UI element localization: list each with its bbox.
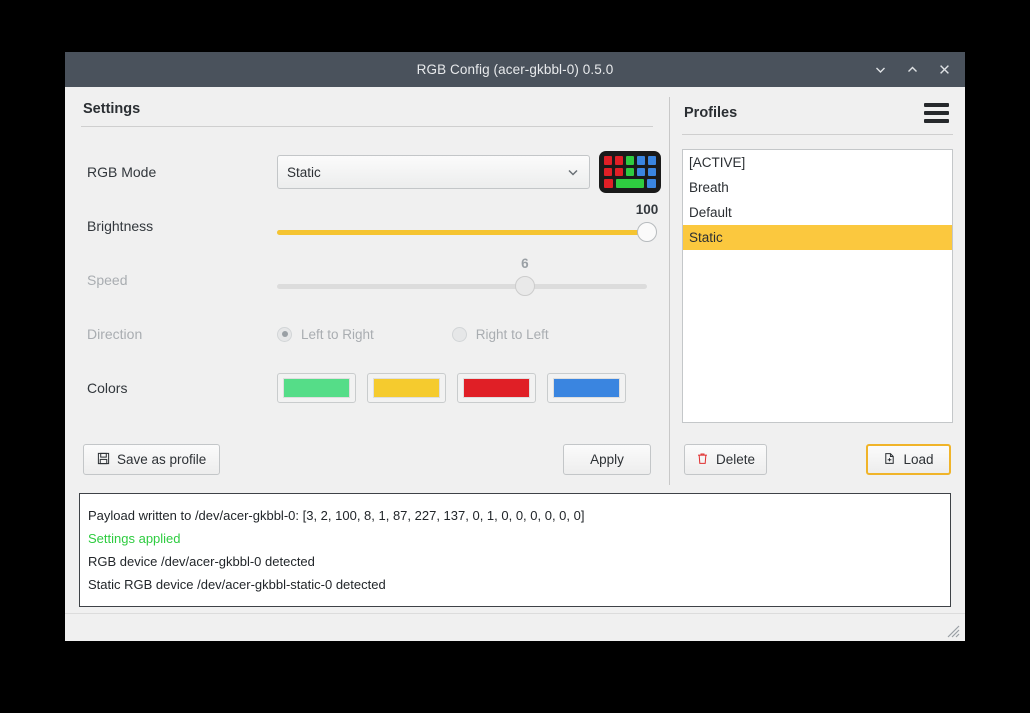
keyboard-icon-key bbox=[626, 156, 634, 165]
keyboard-icon-key bbox=[648, 167, 656, 177]
floppy-disk-icon bbox=[97, 452, 110, 468]
minimize-button[interactable] bbox=[865, 56, 895, 84]
window-controls bbox=[865, 52, 959, 87]
maximize-button[interactable] bbox=[897, 56, 927, 84]
keyboard-icon-key bbox=[615, 167, 623, 177]
brightness-handle[interactable] bbox=[637, 222, 657, 242]
profile-list-item[interactable]: Static bbox=[683, 225, 952, 250]
load-profile-button[interactable]: Load bbox=[866, 444, 951, 475]
delete-label: Delete bbox=[715, 452, 756, 467]
color-swatch-red bbox=[463, 378, 530, 398]
app-window: RGB Config (acer-gkbbl-0) 0.5.0 Settings… bbox=[65, 52, 965, 641]
direction-row: Direction Left to Right Right to Left bbox=[81, 307, 653, 361]
delete-profile-button[interactable]: Delete bbox=[684, 444, 767, 475]
save-as-profile-button[interactable]: Save as profile bbox=[83, 444, 221, 475]
apply-label: Apply bbox=[590, 452, 624, 467]
keyboard-icon-key bbox=[604, 167, 612, 177]
keyboard-icon-key bbox=[637, 167, 645, 177]
color-swatch-blue bbox=[553, 378, 620, 398]
profile-list-item[interactable]: Default bbox=[683, 200, 952, 225]
keyboard-icon-key bbox=[604, 179, 614, 189]
hamburger-menu-icon[interactable] bbox=[922, 101, 951, 125]
keyboard-icon-row bbox=[604, 179, 656, 189]
close-button[interactable] bbox=[929, 56, 959, 84]
color-swatch-green bbox=[283, 378, 350, 398]
color-swatch-yellow-button[interactable] bbox=[367, 373, 446, 403]
color-swatch-list bbox=[277, 373, 626, 403]
keyboard-icon[interactable] bbox=[599, 151, 661, 193]
keyboard-icon-key bbox=[604, 156, 612, 165]
settings-title: Settings bbox=[83, 101, 141, 117]
log-line: Static RGB device /dev/acer-gkbbl-static… bbox=[88, 577, 386, 592]
radio-dot-icon bbox=[451, 326, 467, 342]
rgb-mode-value: Static bbox=[287, 164, 321, 180]
speed-handle bbox=[514, 276, 535, 296]
brightness-fill bbox=[277, 230, 647, 235]
save-as-profile-label: Save as profile bbox=[117, 452, 207, 467]
keyboard-icon-row bbox=[604, 156, 656, 165]
log-line: RGB device /dev/acer-gkbbl-0 detected bbox=[88, 554, 315, 569]
chevron-down-icon bbox=[566, 156, 580, 188]
window-body: Settings RGB Mode Static Brightness 100 … bbox=[65, 87, 965, 641]
direction-radio-left-to-right: Left to Right bbox=[277, 326, 374, 342]
speed-row: Speed 6 bbox=[81, 253, 653, 307]
colors-label: Colors bbox=[87, 380, 128, 396]
log-line: Payload written to /dev/acer-gkbbl-0: [3… bbox=[88, 508, 585, 523]
log-container: Payload written to /dev/acer-gkbbl-0: [3… bbox=[65, 493, 965, 607]
color-swatch-red-button[interactable] bbox=[457, 373, 536, 403]
profile-list-item[interactable]: Breath bbox=[683, 175, 952, 200]
profile-list-item[interactable]: [ACTIVE] bbox=[683, 150, 952, 175]
radio-dot-icon bbox=[277, 326, 292, 342]
color-swatch-yellow bbox=[373, 378, 440, 398]
trash-icon bbox=[696, 452, 709, 468]
color-swatch-blue-button[interactable] bbox=[547, 373, 626, 403]
speed-value: 6 bbox=[521, 256, 529, 271]
settings-header: Settings bbox=[81, 101, 653, 127]
keyboard-icon-key bbox=[637, 156, 645, 165]
brightness-label: Brightness bbox=[87, 218, 154, 234]
log-output[interactable]: Payload written to /dev/acer-gkbbl-0: [3… bbox=[79, 493, 951, 607]
brightness-slider[interactable]: 100 bbox=[277, 202, 658, 246]
window-title: RGB Config (acer-gkbbl-0) 0.5.0 bbox=[416, 62, 614, 77]
keyboard-icon-key bbox=[646, 179, 656, 189]
keyboard-icon-row bbox=[604, 167, 656, 177]
brightness-value: 100 bbox=[635, 202, 659, 217]
status-bar bbox=[65, 613, 965, 641]
direction-option-label: Right to Left bbox=[475, 326, 549, 342]
keyboard-icon-key bbox=[626, 167, 634, 177]
apply-button[interactable]: Apply bbox=[563, 444, 651, 475]
settings-actions: Save as profile Apply bbox=[81, 444, 653, 475]
speed-label: Speed bbox=[87, 272, 128, 288]
color-swatch-green-button[interactable] bbox=[277, 373, 356, 403]
keyboard-icon-key bbox=[616, 179, 644, 189]
profiles-header: Profiles bbox=[682, 101, 953, 135]
resize-grip-icon[interactable] bbox=[944, 622, 960, 638]
settings-pane: Settings RGB Mode Static Brightness 100 … bbox=[65, 87, 669, 493]
profiles-actions: Delete Load bbox=[682, 444, 953, 475]
load-label: Load bbox=[903, 452, 934, 467]
rgb-mode-label: RGB Mode bbox=[87, 164, 157, 180]
colors-row: Colors bbox=[81, 361, 653, 415]
profiles-list[interactable]: [ACTIVE] Breath Default Static bbox=[682, 149, 953, 423]
direction-radio-right-to-left: Right to Left bbox=[451, 326, 549, 342]
profiles-title: Profiles bbox=[684, 105, 738, 121]
keyboard-icon-key bbox=[615, 156, 623, 165]
speed-track bbox=[277, 284, 647, 289]
settings-rows: RGB Mode Static Brightness 100 Speed 6 D… bbox=[81, 127, 661, 415]
brightness-row: Brightness 100 bbox=[81, 199, 658, 253]
log-line: Settings applied bbox=[88, 531, 181, 546]
direction-label: Direction bbox=[87, 326, 143, 342]
rgb-mode-select[interactable]: Static bbox=[277, 155, 590, 189]
main-columns: Settings RGB Mode Static Brightness 100 … bbox=[65, 87, 965, 493]
title-bar[interactable]: RGB Config (acer-gkbbl-0) 0.5.0 bbox=[65, 52, 965, 87]
rgb-mode-row: RGB Mode Static bbox=[81, 145, 661, 199]
keyboard-icon-key bbox=[648, 156, 656, 165]
speed-slider: 6 bbox=[277, 256, 647, 300]
file-open-icon bbox=[883, 452, 896, 468]
profiles-pane: Profiles [ACTIVE]BreathDefaultStatic bbox=[670, 87, 965, 493]
direction-option-label: Left to Right bbox=[301, 326, 374, 342]
